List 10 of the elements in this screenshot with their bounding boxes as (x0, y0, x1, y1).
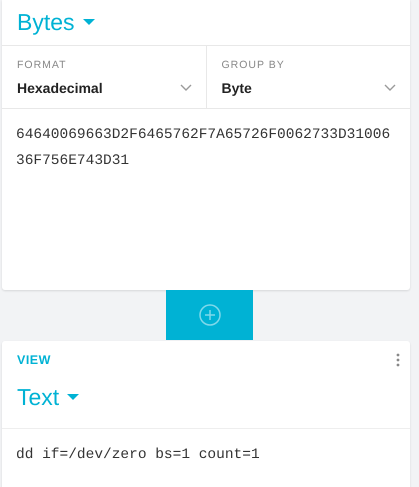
plus-circle-icon (198, 304, 220, 326)
more-icon[interactable] (396, 353, 400, 367)
chevron-down-icon (384, 84, 396, 91)
section-label: VIEW (17, 353, 51, 367)
select-field[interactable]: GROUP BY Byte (206, 46, 410, 108)
chevron-down-icon (180, 84, 192, 91)
bytes-text: 64640069663D2F6465762F7A65726F0062733D3100636F756E743D31 (15, 126, 392, 171)
output-text: dd if=/dev/zero bs=1 count=1 (15, 446, 261, 465)
caret-down-icon (67, 394, 80, 401)
caret-down-icon (82, 19, 95, 26)
